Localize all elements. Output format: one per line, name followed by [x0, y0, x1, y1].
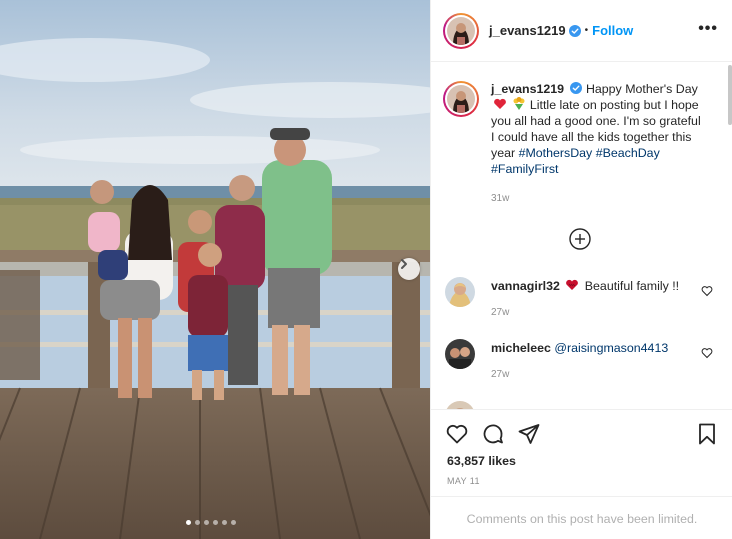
comments-scrollbar[interactable]: [728, 65, 732, 125]
carousel-dot: [186, 520, 191, 525]
verified-badge-icon: [570, 82, 583, 94]
follow-button[interactable]: Follow: [592, 23, 633, 38]
carousel-dot: [195, 520, 200, 525]
comment-item: vannagirl32 Beautiful family !! 27w: [445, 277, 725, 327]
hashtag-link[interactable]: #FamilyFirst: [491, 162, 558, 176]
comments-limited-notice: Comments on this post have been limited.: [431, 496, 732, 539]
comment-text: Beautiful family !!: [584, 279, 680, 293]
carousel-dot: [204, 520, 209, 525]
comments-list[interactable]: j_evans1219 Happy Mother's Day Little la…: [431, 63, 732, 409]
more-options-icon[interactable]: •••: [698, 21, 718, 37]
carousel-indicator: [186, 520, 236, 525]
comment-timestamp[interactable]: 27w: [491, 369, 509, 380]
caption-avatar[interactable]: [443, 81, 479, 117]
comment-item-partial: [445, 401, 725, 409]
share-paper-plane-icon[interactable]: [517, 422, 541, 446]
commenter-avatar[interactable]: [445, 401, 475, 409]
red-heart-emoji-icon: [494, 98, 506, 109]
comment-username[interactable]: micheleec: [491, 341, 551, 355]
comment-timestamp[interactable]: 27w: [491, 307, 509, 318]
caption-text: j_evans1219 Happy Mother's Day Little la…: [491, 81, 701, 177]
chevron-right-icon: [401, 259, 407, 269]
post-photo[interactable]: [0, 0, 430, 539]
family-beach-photo: [0, 0, 430, 539]
hashtag-link[interactable]: #MothersDay: [519, 146, 593, 160]
bouquet-emoji-icon: [513, 97, 525, 110]
post-date[interactable]: MAY 11: [447, 476, 480, 486]
commenter-avatar[interactable]: [445, 277, 475, 307]
comment-mention[interactable]: @raisingmason4413: [554, 341, 668, 355]
comment-bubble-icon[interactable]: [481, 422, 505, 446]
separator-dot: •: [584, 25, 589, 36]
carousel-dot: [231, 520, 236, 525]
caption-text-1: Happy Mother's Day: [585, 82, 698, 96]
likes-count[interactable]: 63,857 likes: [447, 454, 516, 468]
load-more-comments-icon[interactable]: [568, 227, 592, 251]
carousel-dot: [222, 520, 227, 525]
post-side-panel: j_evans1219 • Follow ••• j_evans1219 Hap…: [430, 0, 732, 539]
post-header: j_evans1219 • Follow •••: [431, 0, 732, 62]
like-heart-icon[interactable]: [445, 422, 469, 446]
comments-limited-text: Comments on this post have been limited.: [466, 511, 698, 526]
save-bookmark-icon[interactable]: [695, 422, 719, 446]
like-comment-heart-icon[interactable]: [701, 347, 713, 359]
avatar-image: [445, 277, 475, 307]
hashtag-link[interactable]: #BeachDay: [596, 146, 660, 160]
caption: j_evans1219 Happy Mother's Day Little la…: [443, 81, 713, 177]
caption-timestamp[interactable]: 31w: [491, 193, 509, 204]
comment-body: vannagirl32 Beautiful family !!: [491, 278, 691, 294]
author-avatar[interactable]: [443, 12, 479, 49]
avatar-image: [445, 401, 475, 409]
avatar-image: [447, 16, 475, 45]
carousel-dot: [213, 520, 218, 525]
avatar-image: [447, 85, 475, 113]
avatar-image: [445, 339, 475, 369]
verified-badge-icon: [568, 24, 581, 37]
next-slide-button[interactable]: [398, 258, 420, 280]
comment-username[interactable]: vannagirl32: [491, 279, 560, 293]
like-comment-heart-icon[interactable]: [701, 285, 713, 297]
comment-item: micheleec @raisingmason4413 27w: [445, 339, 725, 389]
author-username[interactable]: j_evans1219: [489, 23, 566, 38]
post-actions: 63,857 likes MAY 11 Comments on this pos…: [431, 409, 732, 539]
commenter-avatar[interactable]: [445, 339, 475, 369]
caption-username[interactable]: j_evans1219: [491, 82, 564, 96]
comment-body: micheleec @raisingmason4413: [491, 340, 691, 356]
sparkling-heart-emoji-icon: [566, 279, 579, 290]
